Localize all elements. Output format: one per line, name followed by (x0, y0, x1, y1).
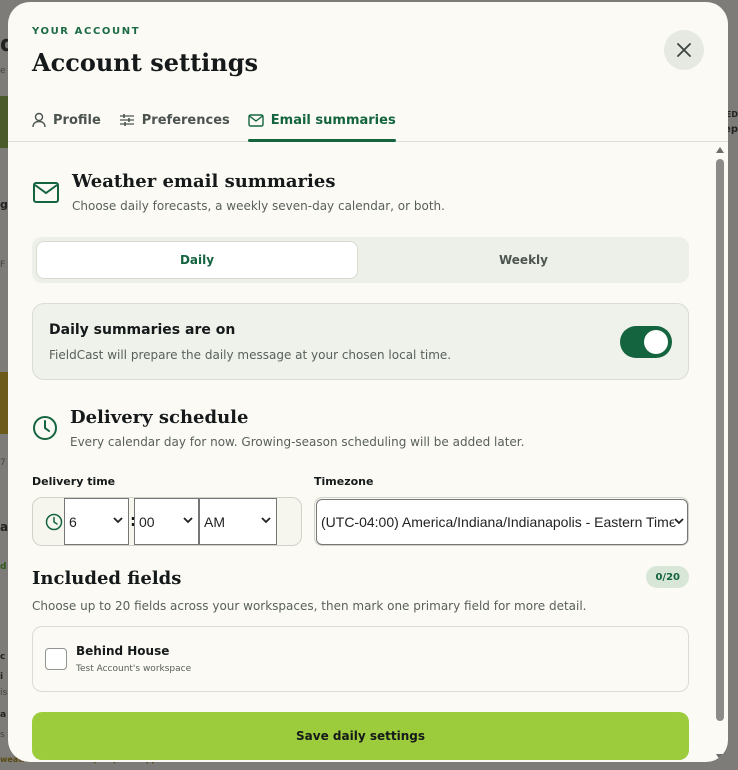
summaries-title: Weather email summaries (72, 171, 336, 192)
sliders-icon (119, 114, 134, 126)
tab-email-summaries[interactable]: Email summaries (247, 98, 396, 142)
bg-fragment: e (0, 66, 6, 76)
clock-icon (45, 513, 63, 531)
bg-fragment: a (0, 710, 7, 720)
schedule-header: Delivery schedule Every calendar day for… (32, 407, 524, 449)
chevron-down-icon (183, 517, 193, 524)
bg-fragment: a (0, 520, 9, 534)
included-fields-subtitle: Choose up to 20 fields across your works… (32, 599, 587, 613)
daily-status-card: Daily summaries are on FieldCast will pr… (32, 303, 689, 380)
bg-fragment: is (0, 688, 8, 698)
tab-label: Profile (53, 112, 101, 128)
bg-fragment: c (0, 652, 6, 662)
modal-body[interactable]: Weather email summaries Choose daily for… (8, 143, 728, 762)
timezone-label: Timezone (314, 475, 374, 488)
included-fields-title: Included fields (32, 568, 182, 589)
field-checkbox[interactable] (45, 648, 67, 670)
field-workspace: Test Account's workspace (76, 664, 192, 674)
toggle-knob (644, 330, 668, 354)
field-item[interactable]: Behind House Test Account's workspace (32, 626, 689, 692)
scroll-up-icon[interactable] (716, 147, 724, 153)
tab-preferences[interactable]: Preferences (119, 98, 230, 142)
summaries-subtitle: Choose daily forecasts, a weekly seven-d… (72, 199, 445, 213)
close-button[interactable] (664, 30, 704, 70)
status-title: Daily summaries are on (49, 322, 236, 338)
modal-header: YOUR ACCOUNT Account settings Profile Pr… (8, 2, 728, 142)
summaries-header: Weather email summaries Choose daily for… (32, 171, 445, 213)
bg-fragment: g (0, 198, 8, 211)
status-text: FieldCast will prepare the daily message… (49, 348, 452, 362)
delivery-time-label: Delivery time (32, 475, 116, 488)
chevron-down-icon (674, 518, 684, 525)
bg-fragment: s (0, 730, 5, 740)
chevron-down-icon (113, 517, 123, 524)
delivery-time-picker: 6 : 00 AM (32, 497, 302, 546)
bg-image-strip (0, 96, 8, 148)
minute-value: 00 (139, 513, 155, 530)
chevron-down-icon (261, 517, 271, 524)
field-name: Behind House (76, 644, 170, 658)
ampm-value: AM (204, 513, 225, 530)
timezone-field: (UTC-04:00) America/Indiana/Indianapolis… (314, 497, 689, 546)
save-daily-settings-button[interactable]: Save daily settings (32, 712, 689, 760)
segment-weekly[interactable]: Weekly (362, 241, 685, 279)
bg-fragment: i (0, 672, 4, 682)
scroll-down-icon[interactable] (716, 754, 724, 760)
schedule-title: Delivery schedule (70, 407, 249, 428)
bg-image-strip (0, 372, 8, 434)
modal-title: Account settings (32, 48, 259, 77)
tab-profile[interactable]: Profile (32, 98, 101, 142)
tab-label: Preferences (141, 112, 230, 128)
eyebrow-label: YOUR ACCOUNT (32, 26, 141, 37)
scrollbar-thumb[interactable] (716, 159, 724, 721)
daily-summaries-toggle[interactable] (620, 326, 672, 358)
bg-fragment: 7 (0, 458, 6, 468)
mail-icon (33, 182, 59, 203)
bg-fragment: F (0, 260, 6, 270)
settings-tabs: Profile Preferences Email summaries (32, 98, 414, 142)
timezone-value: (UTC-04:00) America/Indiana/Indianapolis… (321, 514, 677, 530)
bg-fragment: d (0, 562, 7, 572)
frequency-segmented-control: Daily Weekly (32, 237, 689, 283)
close-icon (677, 43, 691, 57)
schedule-subtitle: Every calendar day for now. Growing-seas… (70, 435, 525, 449)
field-count-badge: 0/20 (646, 566, 689, 588)
hour-select[interactable]: 6 (64, 498, 129, 545)
segment-daily[interactable]: Daily (36, 241, 358, 279)
hour-value: 6 (69, 513, 77, 530)
clock-icon (33, 416, 57, 440)
tab-label: Email summaries (270, 112, 396, 128)
minute-select[interactable]: 00 (134, 498, 199, 545)
ampm-select[interactable]: AM (199, 498, 277, 545)
mail-icon (248, 113, 264, 127)
account-settings-modal: YOUR ACCOUNT Account settings Profile Pr… (8, 2, 728, 762)
timezone-select[interactable]: (UTC-04:00) America/Indiana/Indianapolis… (316, 499, 688, 545)
person-icon (32, 112, 46, 128)
scrollbar[interactable] (716, 143, 724, 762)
